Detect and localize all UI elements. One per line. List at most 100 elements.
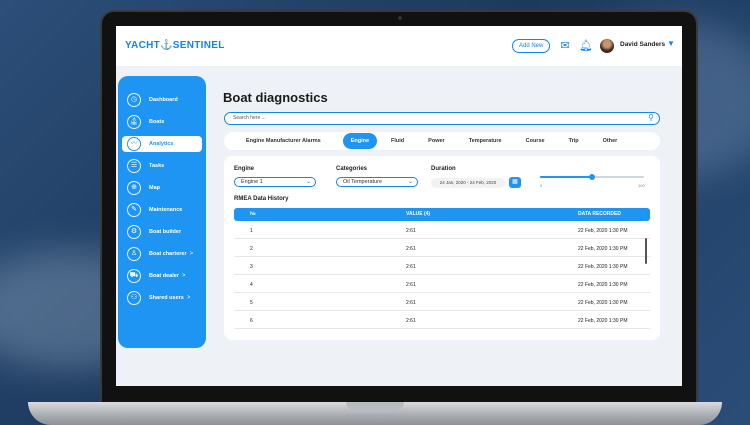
sidebar-item-label: Shared users: [149, 295, 184, 301]
laptop-notch: [346, 402, 404, 410]
row-value: 2:61: [406, 282, 416, 288]
sidebar-item-tasks[interactable]: ☰ Tasks: [118, 158, 206, 174]
tab-course[interactable]: Course: [518, 133, 553, 149]
table-scrollbar[interactable]: [645, 238, 647, 264]
duration-slider[interactable]: [540, 174, 644, 180]
sidebar-item-label: Boat dealer: [149, 273, 179, 279]
bell-icon[interactable]: 🔔︎: [579, 39, 593, 53]
row-date: 22 Feb, 2020 1:30 PM: [578, 300, 628, 306]
sidebar-item-boat-builder[interactable]: ⚙ Boat builder: [118, 224, 206, 240]
sidebar-item-boat-charterer[interactable]: ♙ Boat charterer >: [118, 246, 206, 262]
row-value: 2:61: [406, 300, 416, 306]
row-date: 22 Feb, 2020 1:30 PM: [578, 246, 628, 252]
boat-icon: ⛵︎: [127, 115, 141, 129]
tab-temperature[interactable]: Temperature: [461, 133, 510, 149]
sidebar-item-label: Map: [149, 185, 160, 191]
sidebar-item-dashboard[interactable]: ◷ Dashboard: [118, 92, 206, 108]
search-input[interactable]: Search here ... ⚲: [224, 112, 660, 125]
search-placeholder: Search here ...: [233, 115, 266, 121]
sidebar-item-label: Analytics: [149, 141, 174, 147]
builder-icon: ⚙: [127, 225, 141, 239]
duration-input[interactable]: 24 Jan, 2020 - 24 Feb, 2020: [431, 178, 505, 188]
tab-engine-manufacturer-alarms[interactable]: Engine Manufacturer Alarms: [238, 133, 329, 149]
row-value: 2:61: [406, 246, 416, 252]
user-name[interactable]: David Sanders: [620, 41, 665, 48]
sidebar: ◷ Dashboard ⛵︎ Boats 〰 Analytics ☰ Tasks ⊕ Map ✎ Ma…: [118, 76, 206, 348]
row-number: 4: [250, 282, 253, 288]
row-value: 2:61: [406, 318, 416, 324]
sidebar-item-boat-dealer[interactable]: ⛟ Boat dealer >: [118, 268, 206, 284]
chevron-down-icon: ⌄: [407, 179, 413, 185]
mail-icon[interactable]: ✉: [558, 39, 572, 53]
slider-fill: [540, 176, 592, 178]
row-date: 22 Feb, 2020 1:30 PM: [578, 318, 628, 324]
row-date: 22 Feb, 2020 1:30 PM: [578, 264, 628, 270]
tab-power[interactable]: Power: [420, 133, 453, 149]
categories-select[interactable]: Oil Temperature ⌄: [336, 177, 418, 187]
sidebar-item-map[interactable]: ⊕ Map: [118, 180, 206, 196]
tasks-icon: ☰: [127, 159, 141, 173]
camera-icon: [398, 16, 402, 20]
map-icon: ⊕: [127, 181, 141, 195]
table-title: RMEA Data History: [234, 196, 289, 202]
column-header-value[interactable]: VALUE (4): [406, 208, 430, 221]
row-value: 2:61: [406, 228, 416, 234]
sidebar-item-label: Boat builder: [149, 229, 182, 235]
wrench-icon: ✎: [127, 203, 141, 217]
row-number: 3: [250, 264, 253, 270]
tab-bar: Engine Manufacturer Alarms Engine Fluid Pow…: [224, 132, 660, 150]
avatar[interactable]: [600, 39, 614, 53]
categories-label: Categories: [336, 166, 368, 172]
chevron-down-icon[interactable]: ▼: [667, 39, 675, 48]
tab-engine[interactable]: Engine: [342, 133, 378, 149]
app-screen: YACHT⚓SENTINEL Add New ✉ 🔔︎ David Sander…: [116, 26, 682, 386]
categories-select-value: Oil Temperature: [343, 179, 383, 185]
tab-other[interactable]: Other: [595, 133, 626, 149]
tab-trip[interactable]: Trip: [561, 133, 587, 149]
row-number: 6: [250, 318, 253, 324]
sidebar-item-maintenance[interactable]: ✎ Maintenance: [118, 202, 206, 218]
table-row[interactable]: 2 2:61 22 Feb, 2020 1:30 PM: [234, 241, 650, 257]
table-row[interactable]: 3 2:61 22 Feb, 2020 1:30 PM: [234, 259, 650, 275]
engine-select-value: Engine 1: [241, 179, 263, 185]
slider-max-label: 100: [638, 183, 645, 188]
column-header-number[interactable]: №: [250, 208, 256, 221]
row-number: 5: [250, 300, 253, 306]
chevron-right-icon: >: [189, 251, 194, 257]
dashboard-icon: ◷: [127, 93, 141, 107]
analytics-icon: 〰: [127, 137, 141, 151]
sidebar-item-analytics[interactable]: 〰 Analytics: [122, 136, 202, 152]
charterer-icon: ♙: [127, 247, 141, 261]
dealer-icon: ⛟: [127, 269, 141, 283]
chevron-right-icon: >: [181, 273, 186, 279]
engine-select[interactable]: Engine 1 ⌄: [234, 177, 316, 187]
users-icon: ⚇: [127, 291, 141, 305]
chevron-down-icon: ⌄: [305, 179, 311, 185]
row-number: 2: [250, 246, 253, 252]
table-row[interactable]: 4 2:61 22 Feb, 2020 1:30 PM: [234, 277, 650, 293]
sidebar-item-shared-users[interactable]: ⚇ Shared users >: [118, 290, 206, 306]
search-icon[interactable]: ⚲: [648, 113, 654, 122]
engine-label: Engine: [234, 166, 255, 172]
row-date: 22 Feb, 2020 1:30 PM: [578, 228, 628, 234]
sidebar-item-label: Boat charterer: [149, 251, 187, 257]
table-row[interactable]: 6 2:61 22 Feb, 2020 1:30 PM: [234, 313, 650, 329]
sidebar-item-label: Boats: [149, 119, 165, 125]
row-number: 1: [250, 228, 253, 234]
tab-fluid[interactable]: Fluid: [383, 133, 412, 149]
table-header: № VALUE (4) DATA RECORDED: [234, 208, 650, 221]
sidebar-item-boats[interactable]: ⛵︎ Boats: [118, 114, 206, 130]
calendar-icon[interactable]: ▦: [509, 177, 521, 188]
sidebar-item-label: Tasks: [149, 163, 165, 169]
column-header-date[interactable]: DATA RECORDED: [578, 208, 621, 221]
duration-label: Duration: [431, 166, 456, 172]
sidebar-item-label: Maintenance: [149, 207, 183, 213]
page-title: Boat diagnostics: [223, 90, 328, 105]
table-row[interactable]: 5 2:61 22 Feb, 2020 1:30 PM: [234, 295, 650, 311]
slider-handle[interactable]: [589, 174, 595, 180]
diagnostics-card: Engine Engine 1 ⌄ Categories Oil Tempera…: [224, 156, 660, 340]
add-new-button[interactable]: Add New: [512, 39, 551, 53]
row-date: 22 Feb, 2020 1:30 PM: [578, 282, 628, 288]
table-row[interactable]: 1 2:61 22 Feb, 2020 1:30 PM: [234, 223, 650, 239]
app-logo[interactable]: YACHT⚓SENTINEL: [125, 40, 225, 51]
